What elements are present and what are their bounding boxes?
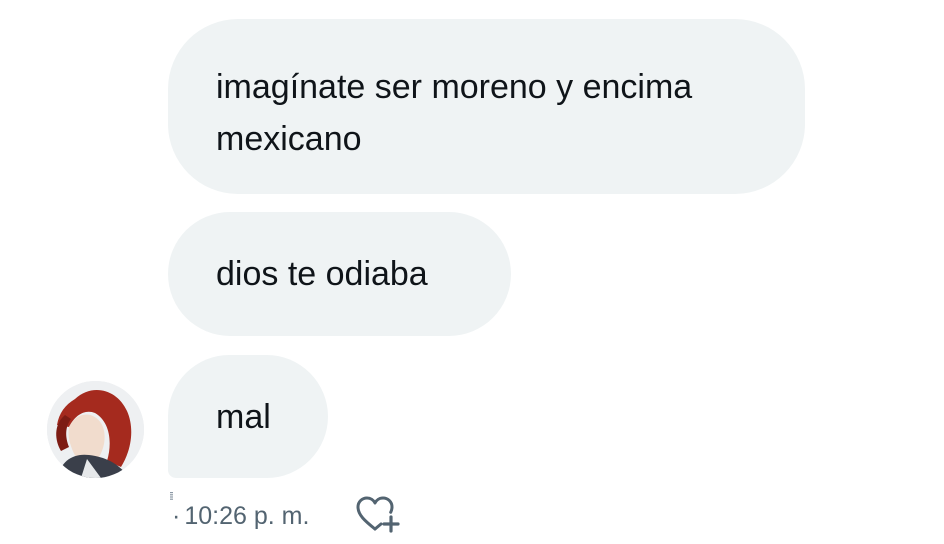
message-bubble-2[interactable]: dios te odiaba [168,212,511,336]
message-text: dios te odiaba [216,255,428,293]
avatar-image [47,381,144,478]
timestamp: 10:26 p. m. [184,501,310,530]
react-button[interactable] [355,495,403,535]
message-text: mal [216,398,271,436]
message-bubble-1[interactable]: imagínate ser moreno y encima mexicano [168,19,805,194]
message-meta: · 10:26 p. m. [168,496,309,536]
avatar[interactable] [47,381,144,478]
message-text: imagínate ser moreno y encima mexicano [216,68,693,158]
meta-separator: · [172,501,181,530]
message-bubble-3[interactable]: mal [168,355,328,478]
heart-plus-icon [356,496,400,533]
